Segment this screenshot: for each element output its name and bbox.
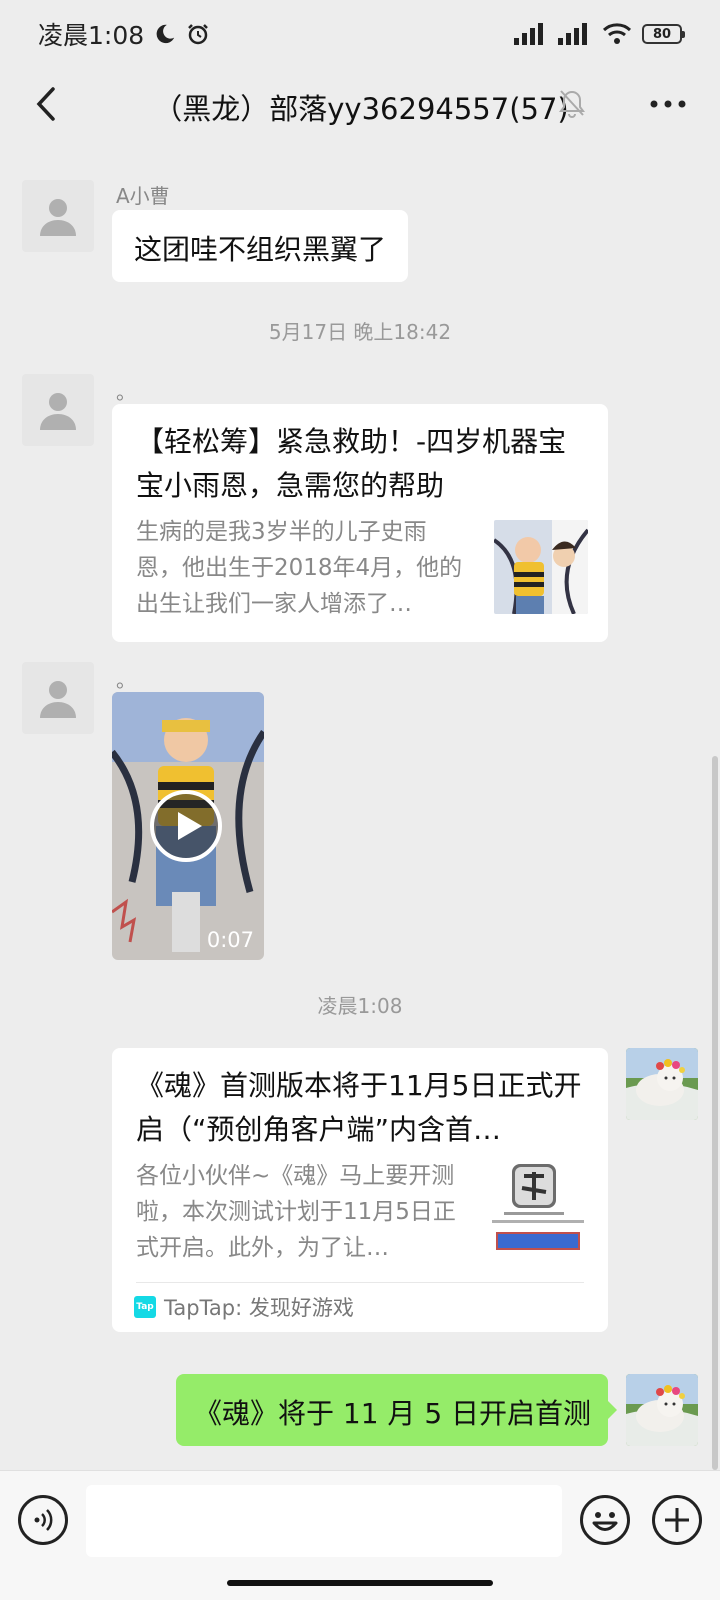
avatar[interactable] bbox=[22, 180, 94, 252]
card-description: 各位小伙伴~《魂》马上要开测啦，本次测试计划于11月5日正式开启。此外，为了让… bbox=[136, 1163, 456, 1261]
person-icon bbox=[40, 199, 76, 236]
video-duration: 0:07 bbox=[206, 928, 254, 952]
my-avatar[interactable] bbox=[626, 1374, 698, 1446]
status-right: 80 bbox=[514, 22, 685, 46]
card-source: Tap TapTap: 发现好游戏 bbox=[134, 1292, 354, 1322]
signal-icon-2 bbox=[558, 23, 587, 45]
status-bar: 凌晨1:08 80 bbox=[0, 0, 720, 68]
video-thumbnail bbox=[112, 692, 264, 960]
message-bubble[interactable]: 这团哇不组织黑翼了 bbox=[112, 210, 409, 282]
voice-button[interactable] bbox=[18, 1495, 68, 1545]
more-dots-icon bbox=[650, 100, 686, 108]
status-left: 凌晨1:08 bbox=[38, 16, 210, 52]
cat-photo bbox=[626, 1048, 698, 1120]
my-message-bubble[interactable]: 《魂》将于 11 月 5 日开启首测 bbox=[176, 1374, 608, 1446]
battery-icon: 80 bbox=[642, 24, 685, 44]
nav-bar: （黑龙）部落yy36294557(57) bbox=[0, 68, 720, 140]
card-title: 《魂》首测版本将于11月5日正式开启（“预创角客户端”内含首… bbox=[136, 1069, 582, 1146]
sender-name: 。 bbox=[116, 380, 136, 404]
timestamp: 凌晨1:08 bbox=[317, 994, 403, 1018]
plus-icon bbox=[665, 1508, 689, 1532]
voice-icon bbox=[34, 1509, 53, 1531]
moon-icon bbox=[156, 24, 175, 44]
message-input[interactable] bbox=[86, 1485, 562, 1557]
game-logo bbox=[492, 1164, 584, 1250]
card-thumbnail bbox=[488, 1162, 588, 1262]
more-button[interactable] bbox=[638, 80, 698, 128]
message-text: 这团哇不组织黑翼了 bbox=[134, 233, 387, 266]
message-text: 《魂》将于 11 月 5 日开启首测 bbox=[194, 1397, 592, 1430]
wifi-icon bbox=[602, 23, 632, 44]
signal-icon bbox=[514, 23, 543, 45]
video-message[interactable]: 0:07 bbox=[112, 692, 264, 960]
link-card[interactable]: 【轻松筹】紧急救助！-四岁机器宝宝小雨恩，急需您的帮助 生病的是我3岁半的儿子史… bbox=[112, 404, 608, 642]
timestamp: 5月17日 晚上18:42 bbox=[268, 320, 452, 344]
my-avatar[interactable] bbox=[626, 1048, 698, 1120]
person-icon bbox=[40, 681, 76, 718]
card-title: 【轻松筹】紧急救助！-四岁机器宝宝小雨恩，急需您的帮助 bbox=[136, 425, 567, 502]
chat-title: （黑龙）部落yy36294557(57) bbox=[153, 92, 569, 126]
smiley-icon bbox=[592, 1512, 618, 1531]
more-actions-button[interactable] bbox=[652, 1495, 702, 1545]
alarm-icon bbox=[188, 24, 209, 45]
chat-area[interactable]: A小曹 这团哇不组织黑翼了 5月17日 晚上18:42 。 【轻松筹】紧急救助！… bbox=[0, 140, 720, 1470]
card-divider bbox=[136, 1282, 584, 1283]
source-name: TapTap: 发现好游戏 bbox=[164, 1296, 354, 1320]
bubble-tail bbox=[607, 1400, 617, 1420]
sender-name: 。 bbox=[116, 668, 136, 692]
avatar[interactable] bbox=[22, 662, 94, 734]
link-card[interactable]: 《魂》首测版本将于11月5日正式开启（“预创角客户端”内含首… 各位小伙伴~《魂… bbox=[112, 1048, 608, 1332]
sender-name: A小曹 bbox=[116, 184, 170, 208]
person-icon bbox=[40, 393, 76, 430]
status-time: 凌晨1:08 bbox=[38, 21, 145, 50]
emoji-button[interactable] bbox=[580, 1495, 630, 1545]
home-indicator[interactable] bbox=[227, 1580, 493, 1586]
cat-photo bbox=[626, 1374, 698, 1446]
card-description: 生病的是我3岁半的儿子史雨恩，他出生于2018年4月，他的出生让我们一家人增添了… bbox=[136, 519, 463, 617]
child-photo bbox=[494, 520, 588, 614]
mute-bell-icon bbox=[559, 90, 585, 118]
card-thumbnail bbox=[494, 520, 588, 614]
taptap-icon: Tap bbox=[134, 1296, 156, 1318]
scrollbar[interactable] bbox=[712, 756, 718, 1470]
avatar[interactable] bbox=[22, 374, 94, 446]
